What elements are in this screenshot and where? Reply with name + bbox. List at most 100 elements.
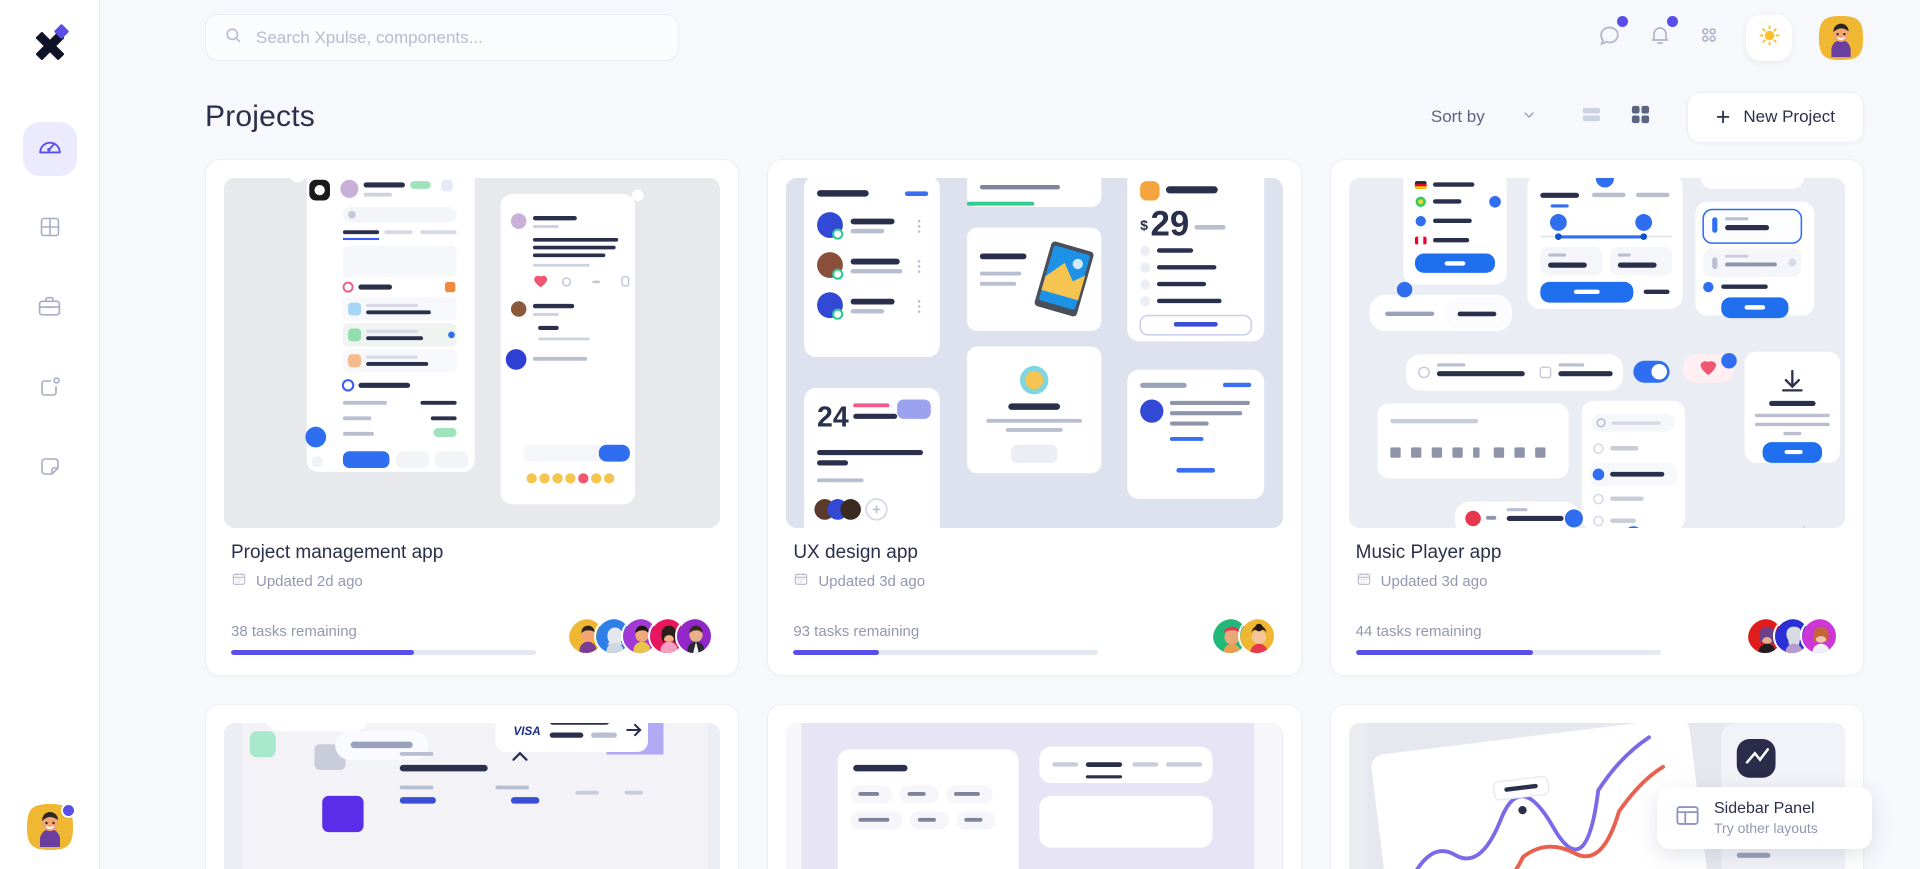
search-input[interactable] xyxy=(256,27,660,48)
page-header: Projects Sort by + New Project xyxy=(205,75,1864,159)
project-tasks-label: 93 tasks remaining xyxy=(793,623,920,640)
plus-icon: + xyxy=(1715,102,1731,131)
grid-layout-icon xyxy=(38,215,62,244)
messages-badge xyxy=(1617,15,1628,27)
new-project-label: New Project xyxy=(1743,107,1835,126)
list-view-button[interactable] xyxy=(1581,104,1602,130)
sidebar xyxy=(0,0,100,869)
grid-dots-icon xyxy=(1698,24,1720,51)
project-title: UX design app xyxy=(793,542,918,563)
sidebar-layout-icon xyxy=(1674,802,1701,834)
sidebar-item-dashboard[interactable] xyxy=(22,122,77,176)
project-card[interactable] xyxy=(767,704,1302,869)
sidebar-profile-avatar[interactable] xyxy=(26,803,76,851)
avatar xyxy=(1237,617,1276,655)
main-area: Projects Sort by xyxy=(100,0,1920,869)
search-box[interactable] xyxy=(205,14,679,61)
project-card-footer: 93 tasks remaining xyxy=(793,617,1276,655)
search-icon xyxy=(224,26,243,50)
project-tasks: 93 tasks remaining xyxy=(793,623,1099,655)
sidebar-item-tasks[interactable] xyxy=(23,362,77,416)
svg-text:VISA: VISA xyxy=(514,725,541,738)
project-title: Music Player app xyxy=(1355,542,1502,563)
project-title: Project management app xyxy=(231,542,444,563)
topbar xyxy=(100,0,1920,75)
notifications-badge xyxy=(1667,16,1678,27)
calendar-icon xyxy=(1356,571,1372,591)
project-thumbnail xyxy=(224,178,721,528)
projects-grid: Project management app Updated 2d ago 38… xyxy=(205,159,1864,869)
project-updated: Updated 2d ago xyxy=(231,571,713,591)
project-card[interactable]: Music Player app Updated 3d ago 44 tasks… xyxy=(1329,159,1864,676)
project-members[interactable] xyxy=(567,617,714,655)
project-tasks-label: 38 tasks remaining xyxy=(231,623,357,640)
grid-view-button[interactable] xyxy=(1630,104,1651,130)
project-members[interactable] xyxy=(1745,617,1838,655)
square-dot-icon xyxy=(38,375,62,404)
project-members[interactable] xyxy=(1210,617,1276,655)
project-thumbnail: 24 $ 29 xyxy=(786,178,1283,528)
speedometer-icon xyxy=(37,134,63,165)
grid-view-icon xyxy=(1630,104,1651,130)
app-logo[interactable] xyxy=(22,16,78,72)
sidebar-item-notes[interactable] xyxy=(23,442,77,496)
project-updated: Updated 3d ago xyxy=(793,571,1275,591)
project-updated: Updated 3d ago xyxy=(1356,571,1838,591)
view-toggle xyxy=(1581,104,1651,130)
project-thumbnail xyxy=(786,723,1283,869)
page-title: Projects xyxy=(205,100,315,133)
project-card-body: Project management app Updated 2d ago 38… xyxy=(224,528,720,675)
progress-bar xyxy=(793,650,1099,655)
progress-bar xyxy=(1355,650,1661,655)
calendar-icon xyxy=(793,571,809,591)
svg-text:29: 29 xyxy=(1151,204,1190,243)
notifications-button[interactable] xyxy=(1648,16,1678,52)
project-card-footer: 44 tasks remaining xyxy=(1355,617,1838,655)
project-tasks-label: 44 tasks remaining xyxy=(1355,623,1482,640)
messages-button[interactable] xyxy=(1597,15,1628,53)
content: Projects Sort by + New Project Project m… xyxy=(100,75,1920,869)
project-updated-label: Updated 3d ago xyxy=(818,572,926,590)
svg-text:$: $ xyxy=(1140,218,1148,234)
new-project-button[interactable]: + New Project xyxy=(1686,91,1864,143)
theme-toggle-button[interactable] xyxy=(1746,14,1792,61)
project-card-body: UX design app Updated 3d ago 93 tasks re… xyxy=(786,528,1282,675)
project-card[interactable]: Project management app Updated 2d ago 38… xyxy=(205,159,740,676)
project-card-footer: 38 tasks remaining xyxy=(231,617,714,655)
briefcase-icon xyxy=(37,294,62,324)
popup-title: Sidebar Panel xyxy=(1714,800,1815,817)
project-card[interactable]: VISA xyxy=(205,704,740,869)
sort-by-dropdown[interactable]: Sort by xyxy=(1431,107,1545,128)
status-dot xyxy=(61,803,76,818)
progress-bar xyxy=(231,650,536,655)
chevron-down-icon xyxy=(1521,107,1537,128)
sort-by-label: Sort by xyxy=(1430,107,1485,126)
sidebar-item-boards[interactable] xyxy=(23,202,77,256)
sidebar-nav xyxy=(22,122,77,496)
sidebar-item-projects[interactable] xyxy=(23,282,77,336)
project-updated-label: Updated 3d ago xyxy=(1380,572,1488,590)
popup-subtitle: Try other layouts xyxy=(1714,820,1818,836)
project-tasks: 44 tasks remaining xyxy=(1355,623,1661,655)
popup-texts: Sidebar Panel Try other layouts xyxy=(1714,800,1818,836)
svg-text:24: 24 xyxy=(817,402,849,434)
apps-button[interactable] xyxy=(1698,24,1720,51)
sticker-note-icon xyxy=(38,455,62,484)
chat-bubble-icon xyxy=(1597,23,1622,53)
bell-icon xyxy=(1648,23,1672,52)
user-avatar[interactable] xyxy=(1818,15,1864,61)
project-updated-label: Updated 2d ago xyxy=(256,572,363,590)
topbar-actions xyxy=(1597,14,1864,61)
avatar xyxy=(1799,617,1838,655)
project-thumbnail xyxy=(1348,178,1845,528)
project-tasks: 38 tasks remaining xyxy=(231,623,536,655)
project-card-body: Music Player app Updated 3d ago 44 tasks… xyxy=(1349,528,1845,675)
sun-icon xyxy=(1758,24,1781,52)
avatar xyxy=(675,617,714,655)
project-thumbnail: VISA xyxy=(224,723,721,869)
project-card[interactable]: 24 $ 29 UX design app Updated 3d ago 93 … xyxy=(767,159,1302,676)
calendar-icon xyxy=(231,571,247,591)
page-toolbar: Sort by + New Project xyxy=(1431,91,1864,143)
list-view-icon xyxy=(1581,104,1602,130)
sidebar-panel-popup[interactable]: Sidebar Panel Try other layouts xyxy=(1657,787,1872,849)
